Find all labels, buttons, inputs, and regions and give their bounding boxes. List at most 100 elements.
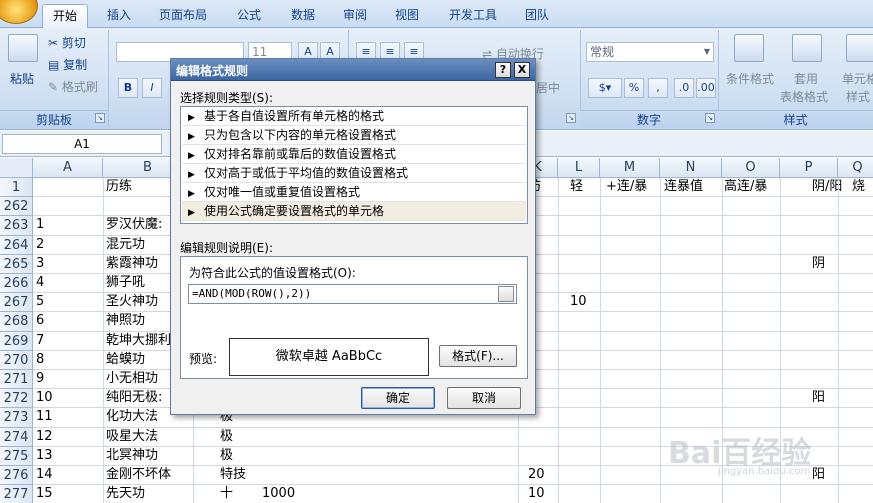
rule-type-item-selected[interactable]: ▶ 使用公式确定要设置格式的单元格	[182, 202, 526, 221]
row-header[interactable]: 263	[0, 216, 33, 236]
column-header-m[interactable]: M	[600, 158, 660, 178]
cell-b[interactable]: 狮子吼	[106, 274, 145, 292]
office-button[interactable]	[0, 0, 38, 24]
row-header[interactable]: 269	[0, 331, 33, 351]
row-header[interactable]: 275	[0, 446, 33, 466]
cell-a[interactable]: 8	[36, 351, 44, 369]
cell-a[interactable]: 13	[36, 447, 53, 465]
cell-b[interactable]: 吸星大法	[106, 428, 158, 446]
help-button[interactable]: ?	[495, 62, 511, 78]
row-header[interactable]: 270	[0, 350, 33, 370]
alignment-launcher-icon[interactable]: ↘	[566, 113, 576, 123]
bold-button[interactable]: B	[118, 78, 138, 98]
cell-b[interactable]: 先天功	[106, 485, 145, 503]
column-header-o[interactable]: O	[722, 158, 780, 178]
dialog-title-bar[interactable]: 编辑格式规则 ? X	[171, 59, 535, 81]
column-header-p[interactable]: P	[780, 158, 838, 178]
clipboard-launcher-icon[interactable]: ↘	[95, 113, 105, 123]
cell-b[interactable]: 乾坤大挪利	[106, 332, 171, 350]
cell-b[interactable]: 北冥神功	[106, 447, 158, 465]
percent-button[interactable]: %	[624, 78, 644, 98]
rule-type-item[interactable]: ▶ 只为包含以下内容的单元格设置格式	[182, 126, 526, 145]
tab-insert[interactable]: 插入	[96, 4, 142, 28]
tab-page-layout[interactable]: 页面布局	[150, 4, 216, 28]
cell-b[interactable]: 小无相功	[106, 370, 158, 388]
select-all-corner[interactable]	[0, 158, 33, 178]
tab-team[interactable]: 团队	[514, 4, 560, 28]
row-header[interactable]: 264	[0, 235, 33, 255]
cell-a[interactable]: 7	[36, 332, 44, 350]
tab-formulas[interactable]: 公式	[226, 4, 272, 28]
rule-type-item[interactable]: ▶ 基于各自值设置所有单元格的格式	[182, 107, 526, 126]
cut-button[interactable]: ✂ 剪切	[48, 34, 86, 51]
conditional-format-button[interactable]: 条件格式	[726, 70, 774, 87]
cell-b[interactable]: 圣火神功	[106, 293, 158, 311]
cell-o[interactable]: 高连/暴	[724, 178, 767, 196]
number-launcher-icon[interactable]: ↘	[705, 113, 715, 123]
cell-b[interactable]: 历练	[106, 178, 132, 196]
paste-button[interactable]: 粘贴	[10, 70, 34, 87]
format-button[interactable]: 格式(F)...	[439, 345, 517, 367]
cell-d[interactable]: 1000	[262, 485, 295, 503]
merge-center-button[interactable]: 居中	[536, 79, 560, 96]
rule-type-item[interactable]: ▶ 仅对唯一值或重复值设置格式	[182, 183, 526, 202]
format-as-table-icon[interactable]	[792, 34, 822, 62]
cell-a[interactable]: 9	[36, 370, 44, 388]
cell-styles-button[interactable]: 单元格	[842, 70, 873, 87]
cell-a[interactable]: 6	[36, 312, 44, 330]
rule-type-list[interactable]: ▶ 基于各自值设置所有单元格的格式 ▶ 只为包含以下内容的单元格设置格式 ▶ 仅对排名…	[180, 106, 528, 224]
ok-button[interactable]: 确定	[361, 387, 435, 409]
cell-l[interactable]: 10	[570, 293, 587, 311]
name-box[interactable]: A1	[2, 134, 162, 154]
conditional-format-icon[interactable]	[734, 34, 764, 62]
cell-b[interactable]: 混元功	[106, 236, 145, 254]
cell-n[interactable]: 连暴值	[664, 178, 703, 196]
paste-icon[interactable]	[8, 34, 38, 62]
row-header[interactable]: 267	[0, 293, 33, 313]
row-header[interactable]: 266	[0, 274, 33, 294]
rule-type-item[interactable]: ▶ 仅对排名靠前或靠后的数值设置格式	[182, 145, 526, 164]
row-header[interactable]: 265	[0, 254, 33, 274]
comma-button[interactable]: ,	[648, 78, 668, 98]
cell-a[interactable]: 14	[36, 466, 53, 484]
decrease-decimal-icon[interactable]: .00	[696, 78, 716, 98]
cell-c[interactable]: 特技	[220, 466, 246, 484]
cell-b[interactable]: 罗汉伏魔:	[106, 216, 162, 234]
row-header[interactable]: 277	[0, 485, 33, 503]
cell-q[interactable]: 烧	[852, 178, 865, 196]
row-header[interactable]: 274	[0, 427, 33, 447]
row-header[interactable]: 272	[0, 389, 33, 409]
cell-b[interactable]: 神照功	[106, 312, 145, 330]
cell-a[interactable]: 2	[36, 236, 44, 254]
currency-icon[interactable]: $▾	[588, 78, 622, 98]
format-as-table-button[interactable]: 套用	[794, 70, 818, 87]
tab-view[interactable]: 视图	[384, 4, 430, 28]
cell-styles-icon[interactable]	[846, 34, 873, 62]
cell-b[interactable]: 纯阳无极:	[106, 389, 162, 407]
row-header[interactable]: 271	[0, 370, 33, 390]
column-header-l[interactable]: L	[558, 158, 600, 178]
cell-b[interactable]: 化功大法	[106, 408, 158, 426]
cell-p[interactable]: 阴	[812, 255, 825, 273]
cell-b[interactable]: 金刚不坏体	[106, 466, 171, 484]
cell-k[interactable]: 10	[528, 485, 545, 503]
cell-a[interactable]: 15	[36, 485, 53, 503]
row-header[interactable]: 268	[0, 312, 33, 332]
copy-button[interactable]: ▤ 复制	[48, 56, 87, 73]
cell-a[interactable]: 12	[36, 428, 53, 446]
tab-home[interactable]: 开始	[42, 4, 88, 28]
cell-m[interactable]: +连/暴	[606, 178, 647, 196]
close-button[interactable]: X	[514, 62, 530, 78]
column-header-n[interactable]: N	[660, 158, 722, 178]
cell-c[interactable]: 极	[220, 428, 233, 446]
cell-a[interactable]: 11	[36, 408, 53, 426]
tab-review[interactable]: 审阅	[332, 4, 378, 28]
rule-type-item[interactable]: ▶ 仅对高于或低于平均值的数值设置格式	[182, 164, 526, 183]
cell-c[interactable]: 极	[220, 447, 233, 465]
cell-b[interactable]: 蛤蟆功	[106, 351, 145, 369]
formula-input[interactable]: =AND(MOD(ROW(),2))	[188, 284, 517, 304]
cell-b[interactable]: 紫霞神功	[106, 255, 158, 273]
increase-decimal-icon[interactable]: .0	[674, 78, 694, 98]
column-header-a[interactable]: A	[33, 158, 103, 178]
cell-l[interactable]: 轻	[570, 178, 583, 196]
